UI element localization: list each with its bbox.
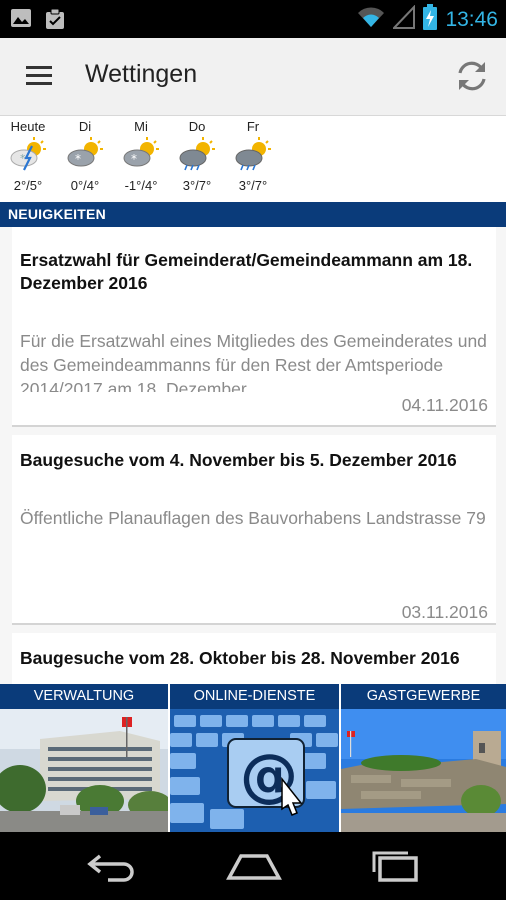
weather-forecast: Heute * 2°/5° Di * 0°/4° Mi * -1°/4° Do (0, 116, 506, 202)
weather-day-name: Heute (10, 119, 46, 134)
svg-text:*: * (131, 152, 137, 166)
weather-day-name: Do (188, 119, 206, 134)
news-item[interactable]: Ersatzwahl für Gemeinderat/Gemeindeamman… (12, 227, 496, 427)
app-title: Wettingen (85, 60, 198, 88)
back-icon[interactable] (86, 850, 142, 882)
tile-label: ONLINE-DIENSTE (170, 684, 339, 709)
wifi-icon (357, 5, 385, 34)
weather-day-name: Mi (134, 119, 148, 134)
news-item-title: Ersatzwahl für Gemeinderat/Gemeindeamman… (20, 250, 473, 293)
battery-charging-icon (423, 4, 438, 35)
app-bar: Wettingen (0, 38, 506, 116)
tile-online-dienste[interactable]: ONLINE-DIENSTE @ (170, 684, 339, 832)
news-item-title: Baugesuche vom 4. November bis 5. Dezemb… (20, 450, 457, 470)
clipboard-icon (44, 8, 66, 35)
town-hall-photo (0, 709, 168, 832)
rain-sun-icon (235, 137, 271, 171)
castle-photo (341, 709, 506, 832)
menu-icon[interactable] (26, 66, 52, 86)
recent-apps-icon[interactable] (368, 850, 424, 882)
snow-sun-icon: * (10, 137, 46, 171)
weather-day-temp: 2°/5° (13, 178, 43, 193)
signal-icon (392, 4, 416, 34)
keyboard-at-photo: @ (170, 709, 339, 832)
news-section-header: NEUIGKEITEN (0, 202, 506, 227)
tile-label: GASTGEWERBE (341, 684, 506, 709)
svg-text:*: * (20, 152, 26, 165)
snow-sun-icon: * (123, 137, 159, 167)
news-item[interactable]: Baugesuche vom 4. November bis 5. Dezemb… (12, 435, 496, 625)
rain-sun-icon (179, 137, 215, 171)
home-icon[interactable] (226, 850, 282, 882)
category-tiles: VERWALTUNG ONLINE-DIENSTE @ GASTGEWERBE (0, 684, 506, 832)
news-item-date: 03.11.2016 (401, 602, 488, 622)
snow-sun-icon: * (67, 137, 103, 167)
weather-day: Di * 0°/4° (57, 116, 113, 193)
clock: 13:46 (445, 7, 498, 31)
weather-day: Fr 3°/7° (225, 116, 281, 193)
news-item-text: Öffentliche Planauflagen des Bauvorhaben… (20, 508, 486, 528)
tile-verwaltung[interactable]: VERWALTUNG (0, 684, 168, 832)
weather-day: Heute * 2°/5° (0, 116, 56, 193)
refresh-icon[interactable] (452, 56, 492, 96)
navigation-bar (0, 832, 506, 900)
weather-day: Do 3°/7° (169, 116, 225, 193)
news-list[interactable]: Ersatzwahl für Gemeinderat/Gemeindeamman… (0, 227, 506, 684)
weather-day-temp: 3°/7° (238, 178, 268, 193)
weather-day: Mi * -1°/4° (113, 116, 169, 193)
news-item-title: Baugesuche vom 28. Oktober bis 28. Novem… (20, 648, 460, 668)
weather-day-name: Fr (246, 119, 260, 134)
news-item-date: 04.11.2016 (401, 395, 488, 415)
status-bar: 13:46 (0, 0, 506, 38)
news-item-text: Für die Ersatzwahl eines Mitgliedes des … (20, 331, 487, 392)
weather-day-temp: 0°/4° (70, 178, 100, 193)
weather-day-temp: 3°/7° (182, 178, 212, 193)
tile-gastgewerbe[interactable]: GASTGEWERBE (341, 684, 506, 832)
tile-label: VERWALTUNG (0, 684, 168, 709)
image-icon (10, 8, 32, 35)
weather-day-name: Di (78, 119, 92, 134)
weather-day-temp: -1°/4° (124, 178, 158, 193)
news-item[interactable]: Baugesuche vom 28. Oktober bis 28. Novem… (12, 633, 496, 684)
svg-text:*: * (75, 152, 81, 166)
